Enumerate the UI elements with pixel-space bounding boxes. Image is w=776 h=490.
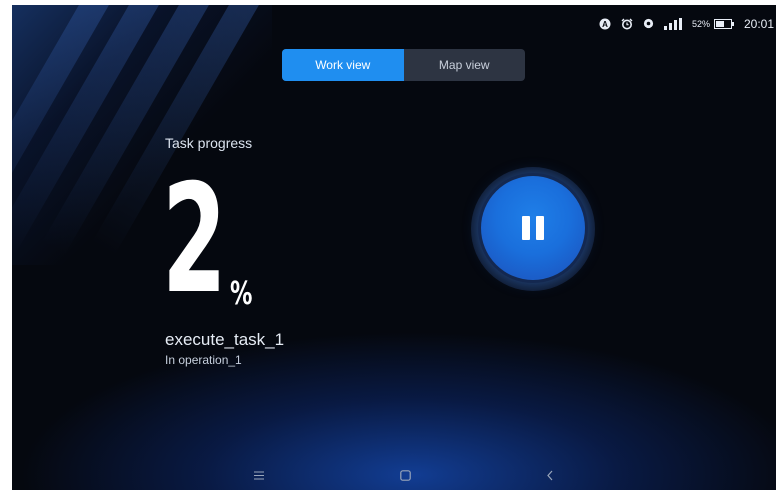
progress-unit: % — [230, 274, 253, 312]
a-badge-icon: A — [599, 18, 611, 30]
battery-icon — [713, 19, 734, 29]
work-view-tab[interactable]: Work view — [282, 49, 404, 81]
status-bar: A 52% 20:01 — [599, 15, 774, 33]
map-view-tab[interactable]: Map view — [404, 49, 526, 81]
signal-icon — [663, 18, 682, 30]
view-toggle: Work view Map view — [282, 49, 525, 81]
task-status: In operation_1 — [165, 353, 242, 367]
navigation-bar — [12, 465, 776, 487]
app-screen: A 52% 20:01 Work view Map view Task prog… — [12, 5, 776, 490]
location-icon — [643, 18, 654, 30]
task-progress-heading: Task progress — [165, 135, 253, 151]
home-icon[interactable] — [393, 465, 417, 485]
task-name: execute_task_1 — [165, 330, 285, 349]
alarm-icon — [621, 18, 633, 30]
menu-icon[interactable] — [247, 465, 271, 485]
battery-percent: 52% — [691, 19, 710, 29]
pause-button[interactable] — [481, 176, 585, 280]
back-icon[interactable] — [538, 465, 562, 485]
pause-icon — [522, 216, 544, 240]
svg-text:A: A — [602, 20, 608, 29]
progress-value: 2 — [162, 153, 227, 327]
clock-time: 20:01 — [743, 17, 774, 31]
progress-display: 2 % — [162, 153, 262, 327]
